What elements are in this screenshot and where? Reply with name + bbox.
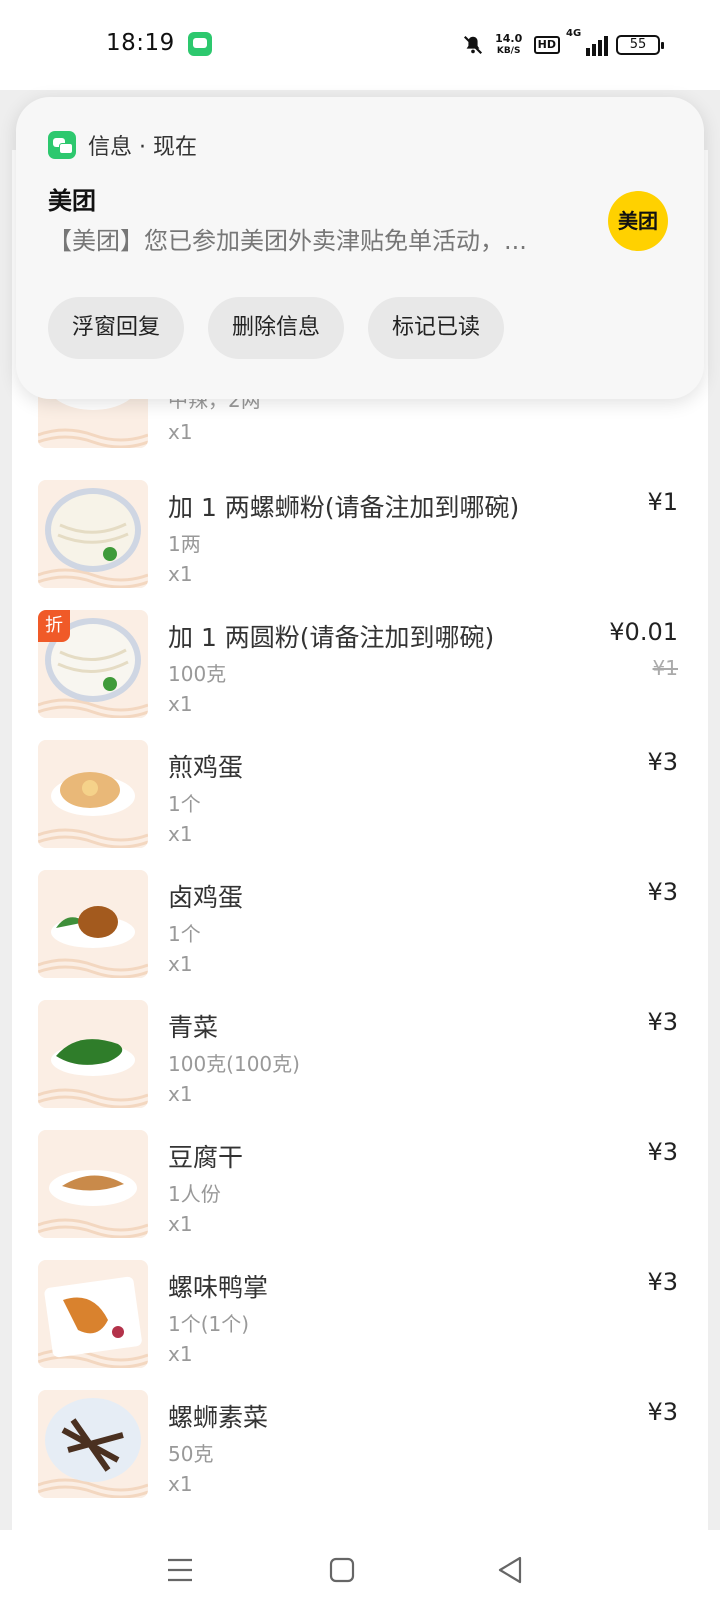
rice-noodle-image (38, 480, 148, 588)
item-name: 青菜 (168, 1013, 219, 1042)
net-speed: 14.0 KB/S (492, 33, 526, 57)
mute-icon (462, 34, 484, 56)
duck-feet-image (38, 1260, 148, 1368)
float-reply-button[interactable]: 浮窗回复 (48, 297, 185, 359)
order-item[interactable]: 加 1 两螺蛳粉(请备注加到哪碗) 1两 x1 ¥1 (38, 480, 678, 590)
item-quantity: x1 (168, 952, 193, 976)
item-price: ¥3 (647, 1008, 678, 1036)
notification-title: 美团 (48, 187, 96, 215)
item-price: ¥1 (647, 488, 678, 516)
item-name: 螺味鸭掌 (168, 1273, 269, 1302)
signal-icon: 4G (566, 28, 608, 56)
item-quantity: x1 (168, 562, 193, 586)
discount-badge: 折 (38, 610, 70, 642)
order-item[interactable]: 螺味鸭掌 1个(1个) x1 ¥3 (38, 1260, 678, 1370)
item-name: 螺蛳素菜 (168, 1403, 269, 1432)
order-item[interactable]: 煎鸡蛋 1个 x1 ¥3 (38, 740, 678, 850)
item-quantity: x1 (168, 1082, 193, 1106)
message-notification-icon (188, 32, 212, 56)
item-quantity: x1 (168, 420, 193, 444)
item-spec: 1两 (168, 532, 201, 556)
order-item[interactable]: 卤鸡蛋 1个 x1 ¥3 (38, 870, 678, 980)
item-price: ¥0.01 (609, 618, 678, 646)
net-speed-value: 14.0 (495, 32, 523, 45)
order-item[interactable]: 折 加 1 两圆粉(请备注加到哪碗) 100克 x1 ¥0.01 ¥1 (38, 610, 678, 720)
item-name: 豆腐干 (168, 1143, 244, 1172)
item-spec: 100克 (168, 662, 227, 686)
notification-header: 信息 · 现在 (88, 135, 197, 160)
mark-read-button[interactable]: 标记已读 (368, 297, 505, 359)
item-name: 加 1 两螺蛳粉(请备注加到哪碗) (168, 493, 520, 522)
tofu-image (38, 1130, 148, 1238)
order-item[interactable]: 螺蛳素菜 50克 x1 ¥3 (38, 1390, 678, 1500)
item-spec: 1个(1个) (168, 1312, 250, 1336)
vegetable-dish-image (38, 1390, 148, 1498)
item-price: ¥3 (647, 1398, 678, 1426)
net-speed-unit: KB/S (496, 46, 521, 56)
delete-message-button[interactable]: 删除信息 (208, 297, 345, 359)
back-icon[interactable] (488, 1548, 532, 1592)
item-spec: 50克 (168, 1442, 214, 1466)
hd-badge: HD (533, 36, 560, 54)
item-price: ¥3 (647, 748, 678, 776)
item-price: ¥3 (647, 1138, 678, 1166)
item-quantity: x1 (168, 1342, 193, 1366)
menu-icon[interactable] (158, 1548, 202, 1592)
item-quantity: x1 (168, 692, 193, 716)
fried-egg-image (38, 740, 148, 848)
order-item[interactable]: 豆腐干 1人份 x1 ¥3 (38, 1130, 678, 1240)
item-name: 卤鸡蛋 (168, 883, 244, 912)
item-name: 煎鸡蛋 (168, 753, 244, 782)
status-time: 18:19 (106, 30, 175, 56)
item-price: ¥3 (647, 1268, 678, 1296)
greens-image (38, 1000, 148, 1108)
braised-egg-image (38, 870, 148, 978)
item-name: 加 1 两圆粉(请备注加到哪碗) (168, 623, 495, 652)
meituan-avatar: 美团 (608, 191, 668, 251)
status-bar: 18:19 14.0 KB/S HD 4G 55 (0, 0, 720, 90)
battery-icon: 55 (616, 35, 664, 55)
notification-body: 【美团】您已参加美团外卖津贴免单活动，... (48, 227, 527, 255)
navigation-bar (0, 1530, 720, 1612)
item-quantity: x1 (168, 1472, 193, 1496)
home-icon[interactable] (320, 1548, 364, 1592)
item-spec: 1个 (168, 922, 201, 946)
item-price: ¥3 (647, 878, 678, 906)
status-icons: 14.0 KB/S HD 4G 55 (462, 28, 664, 60)
battery-level: 55 (629, 37, 647, 52)
notification-actions: 浮窗回复 删除信息 标记已读 (48, 297, 505, 359)
item-quantity: x1 (168, 822, 193, 846)
order-item[interactable]: 青菜 100克(100克) x1 ¥3 (38, 1000, 678, 1110)
item-quantity: x1 (168, 1212, 193, 1236)
item-spec: 100克(100克) (168, 1052, 300, 1076)
item-spec: 1人份 (168, 1182, 221, 1206)
item-spec: 1个 (168, 792, 201, 816)
message-notification[interactable]: 信息 · 现在 美团 【美团】您已参加美团外卖津贴免单活动，... 美团 浮窗回… (16, 97, 704, 399)
item-original-price: ¥1 (652, 656, 678, 680)
network-type: 4G (566, 28, 582, 39)
message-icon (48, 131, 76, 159)
